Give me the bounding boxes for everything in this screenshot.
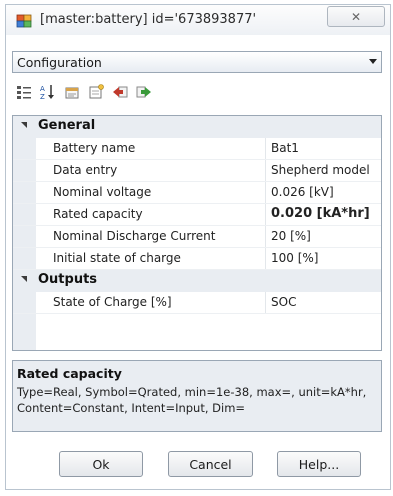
property-name: State of Charge [%] [53,295,172,309]
category-outputs[interactable]: Outputs [13,270,381,292]
property-row-rated-capacity[interactable]: Rated capacity 0.020 [kA*hr] [13,204,381,226]
import-icon[interactable] [112,84,128,100]
configuration-dropdown-value: Configuration [17,55,102,70]
property-value[interactable]: 100 [%] [271,251,318,265]
app-icon [16,13,32,29]
chevron-down-icon [369,59,377,64]
property-pages-icon[interactable] [88,84,104,100]
property-value[interactable]: Bat1 [271,141,299,155]
close-button[interactable]: ✕ [327,6,385,27]
export-icon[interactable] [136,84,152,100]
ok-button[interactable]: Ok [59,451,143,477]
title-bar[interactable]: [master:battery] id='673893877' ✕ [6,5,390,35]
description-text: Type=Real, Symbol=Qrated, min=1e-38, max… [17,385,367,415]
property-row-state-of-charge[interactable]: State of Charge [%] SOC [13,292,381,314]
window-title: [master:battery] id='673893877' [40,12,257,27]
property-grid: General Battery name Bat1 Data entry She… [12,115,382,351]
property-row-initial-state-of-charge[interactable]: Initial state of charge 100 [%] [13,248,381,270]
property-value[interactable]: SOC [271,295,296,309]
property-name: Initial state of charge [53,251,181,265]
collapse-icon[interactable] [21,122,27,128]
category-label: General [38,118,96,133]
property-name: Nominal voltage [53,185,152,199]
property-name: Battery name [53,141,136,155]
cancel-button[interactable]: Cancel [168,451,253,477]
description-title: Rated capacity [17,366,122,381]
property-row-nominal-voltage[interactable]: Nominal voltage 0.026 [kV] [13,182,381,204]
properties-window: [master:battery] id='673893877' ✕ Config… [5,4,391,490]
property-value[interactable]: 0.026 [kV] [271,185,334,199]
property-value[interactable]: 0.020 [kA*hr] [271,206,370,221]
property-name: Nominal Discharge Current [53,229,216,243]
alphabetical-sort-icon[interactable]: A Z [40,84,56,101]
property-value[interactable]: 20 [%] [271,229,311,243]
property-name: Rated capacity [53,207,143,221]
properties-icon[interactable] [64,84,80,100]
property-row-data-entry[interactable]: Data entry Shepherd model [13,160,381,182]
property-name: Data entry [53,163,118,177]
property-value[interactable]: Shepherd model [271,163,370,177]
property-row-nominal-discharge-current[interactable]: Nominal Discharge Current 20 [%] [13,226,381,248]
collapse-icon[interactable] [21,276,27,282]
configuration-dropdown[interactable]: Configuration [12,51,382,73]
categorized-icon[interactable] [16,84,32,100]
help-button[interactable]: Help... [277,451,361,477]
property-row-battery-name[interactable]: Battery name Bat1 [13,138,381,160]
description-panel: Rated capacity Type=Real, Symbol=Qrated,… [12,360,382,432]
category-label: Outputs [38,272,98,287]
svg-text:A: A [40,85,45,93]
property-toolbar: A Z [12,79,382,105]
svg-text:Z: Z [40,93,45,100]
category-general[interactable]: General [13,116,381,138]
close-icon: ✕ [350,9,362,24]
